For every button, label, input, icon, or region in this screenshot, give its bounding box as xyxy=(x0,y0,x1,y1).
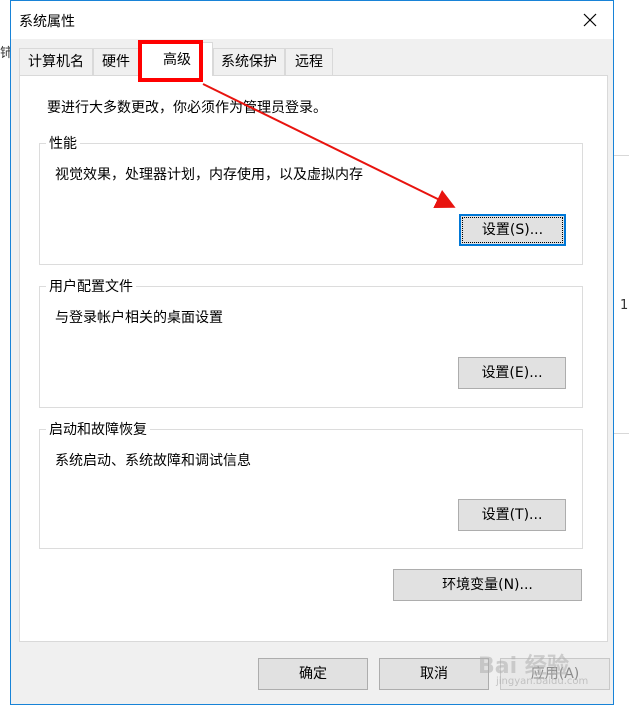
performance-description: 视觉效果，处理器计划，内存使用，以及虚拟内存 xyxy=(55,167,363,183)
tab-hardware[interactable]: 硬件 xyxy=(93,48,139,76)
close-icon xyxy=(583,13,597,27)
performance-group: 性能 视觉效果，处理器计划，内存使用，以及虚拟内存 xyxy=(39,133,583,265)
admin-notice: 要进行大多数更改，你必须作为管理员登录。 xyxy=(47,100,327,116)
system-properties-dialog: 系统属性 计算机名 硬件 高级 系统保护 远程 要进行大多数更改，你必须作为管理… xyxy=(10,0,614,705)
background-window-right xyxy=(613,30,629,710)
performance-settings-button[interactable]: 设置(S)... xyxy=(459,214,566,246)
performance-group-title: 性能 xyxy=(46,133,80,153)
user-profiles-description: 与登录帐户相关的桌面设置 xyxy=(55,310,223,326)
user-profiles-group-title: 用户配置文件 xyxy=(46,276,136,296)
baidu-watermark: Bai 经验 jingyan.baidu.com xyxy=(478,648,588,687)
close-button[interactable] xyxy=(567,1,613,39)
user-profiles-group: 用户配置文件 与登录帐户相关的桌面设置 xyxy=(39,276,583,408)
ok-button[interactable]: 确定 xyxy=(258,658,368,690)
user-profiles-settings-button[interactable]: 设置(E)... xyxy=(458,357,566,389)
background-divider xyxy=(614,155,629,156)
cancel-button[interactable]: 取消 xyxy=(379,658,489,690)
startup-recovery-group-title: 启动和故障恢复 xyxy=(46,419,150,439)
startup-recovery-description: 系统启动、系统故障和调试信息 xyxy=(55,453,251,469)
startup-recovery-group: 启动和故障恢复 系统启动、系统故障和调试信息 xyxy=(39,419,583,549)
startup-recovery-settings-button[interactable]: 设置(T)... xyxy=(458,499,566,531)
window-title: 系统属性 xyxy=(19,14,75,30)
tab-remote[interactable]: 远程 xyxy=(285,48,333,76)
tab-computer-name[interactable]: 计算机名 xyxy=(19,48,93,76)
watermark-url: jingyan.baidu.com xyxy=(496,676,589,687)
background-divider xyxy=(614,433,629,434)
tab-advanced[interactable]: 高级 xyxy=(141,42,213,76)
focus-rectangle xyxy=(462,217,563,243)
background-text-fragment-right: 1. xyxy=(620,298,629,313)
tab-system-protection[interactable]: 系统保护 xyxy=(213,48,285,76)
title-bar[interactable]: 系统属性 xyxy=(11,1,613,39)
background-window-left xyxy=(0,30,10,710)
environment-variables-button[interactable]: 环境变量(N)... xyxy=(393,569,582,601)
